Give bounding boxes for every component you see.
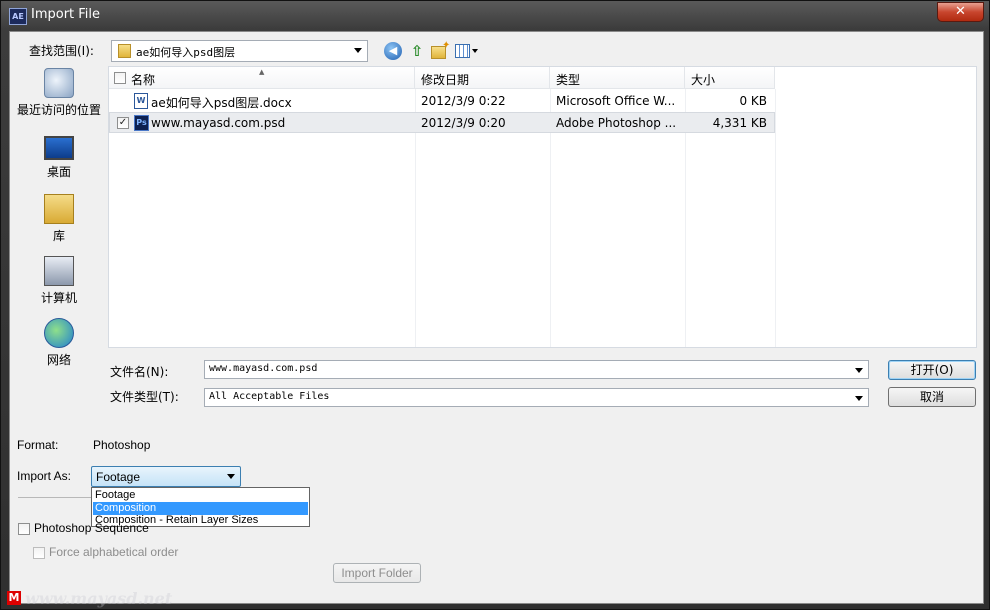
import-folder-button[interactable]: Import Folder <box>333 563 421 583</box>
import-file-dialog: AE Import File ✕ 查找范围(I): ae如何导入psd图层 ◀ … <box>0 0 990 610</box>
view-menu-chevron-icon[interactable] <box>472 49 478 53</box>
photoshop-sequence-checkbox[interactable] <box>18 523 30 535</box>
place-desktop[interactable]: 桌面 <box>11 132 107 180</box>
word-doc-icon: W <box>134 93 148 109</box>
computer-icon <box>44 256 74 286</box>
look-in-label: 查找范围(I): <box>29 44 94 58</box>
column-header-label: 类型 <box>556 73 581 87</box>
look-in-value: ae如何导入psd图层 <box>136 46 236 59</box>
file-list[interactable]: 名称 ▲ 修改日期 类型 大小 W ae如何导入psd图层.docx 2012/… <box>108 66 977 348</box>
file-type: Adobe Photoshop ... <box>556 116 677 130</box>
folder-icon <box>118 44 131 58</box>
cancel-button[interactable]: 取消 <box>888 387 976 407</box>
column-header-name[interactable]: 名称 ▲ <box>109 67 415 89</box>
column-header-label: 名称 <box>131 73 156 87</box>
close-button[interactable]: ✕ <box>937 2 984 22</box>
place-label: 网络 <box>46 353 71 367</box>
column-header-label: 大小 <box>691 73 716 87</box>
row-checkbox[interactable]: ✓ <box>117 117 129 129</box>
place-label: 库 <box>52 229 65 243</box>
after-effects-app-icon: AE <box>9 8 27 25</box>
column-header-date[interactable]: 修改日期 <box>415 67 550 89</box>
look-in-combo[interactable]: ae如何导入psd图层 <box>111 40 368 62</box>
column-header-size[interactable]: 大小 <box>685 67 775 89</box>
place-label: 最近访问的位置 <box>16 103 101 117</box>
format-value: Photoshop <box>93 438 151 452</box>
dialog-client-area: 查找范围(I): ae如何导入psd图层 ◀ ⇧ ✦ 最近访问的位置 桌面 库 <box>9 31 984 604</box>
format-label: Format: <box>17 438 59 452</box>
chevron-down-icon[interactable] <box>855 368 863 373</box>
place-network[interactable]: 网络 <box>11 318 107 368</box>
import-as-label: Import As: <box>17 469 72 483</box>
file-type-select[interactable]: All Acceptable Files <box>204 388 869 407</box>
table-row[interactable]: W ae如何导入psd图层.docx 2012/3/9 0:22 Microso… <box>109 91 775 112</box>
new-folder-sparkle-icon: ✦ <box>442 40 451 51</box>
select-all-checkbox[interactable] <box>114 72 126 84</box>
watermark-logo-icon: M <box>7 591 21 605</box>
photoshop-file-icon: Ps <box>134 115 149 131</box>
sort-ascending-icon: ▲ <box>259 68 265 76</box>
chevron-down-icon <box>354 48 362 53</box>
chevron-down-icon <box>227 474 235 479</box>
file-size: 4,331 KB <box>712 116 767 130</box>
view-menu-icon[interactable] <box>455 44 470 58</box>
file-date: 2012/3/9 0:20 <box>421 116 506 130</box>
file-date: 2012/3/9 0:22 <box>421 94 506 108</box>
place-label: 计算机 <box>40 291 77 305</box>
network-icon <box>44 318 74 348</box>
place-label: 桌面 <box>46 165 71 179</box>
up-folder-icon[interactable]: ⇧ <box>408 42 426 60</box>
file-size: 0 KB <box>739 94 767 108</box>
file-name-input[interactable]: www.mayasd.com.psd <box>204 360 869 379</box>
file-type-label: 文件类型(T): <box>110 390 179 404</box>
file-type: Microsoft Office W... <box>556 94 676 108</box>
desktop-icon <box>44 136 74 160</box>
column-divider <box>775 89 776 347</box>
back-icon[interactable]: ◀ <box>384 42 402 60</box>
libraries-icon <box>44 194 74 224</box>
photoshop-sequence-label: Photoshop Sequence <box>34 521 149 535</box>
file-name-label: 文件名(N): <box>110 365 169 379</box>
import-as-value: Footage <box>96 470 141 484</box>
force-alphabetical-label: Force alphabetical order <box>49 545 179 559</box>
place-libraries[interactable]: 库 <box>11 194 107 244</box>
import-as-option-footage[interactable]: Footage <box>93 489 308 502</box>
file-name-value: www.mayasd.com.psd <box>209 363 318 374</box>
place-recent[interactable]: 最近访问的位置 <box>11 68 107 118</box>
file-type-value: All Acceptable Files <box>209 391 330 402</box>
places-bar: 最近访问的位置 桌面 库 计算机 网络 <box>11 66 107 421</box>
force-alphabetical-checkbox[interactable] <box>33 547 45 559</box>
chevron-down-icon <box>855 396 863 401</box>
open-button[interactable]: 打开(O) <box>888 360 976 380</box>
column-header-type[interactable]: 类型 <box>550 67 685 89</box>
place-computer[interactable]: 计算机 <box>11 256 107 306</box>
window-title: Import File <box>31 7 101 22</box>
column-header-label: 修改日期 <box>421 73 470 87</box>
import-as-select[interactable]: Footage <box>91 466 241 487</box>
table-row[interactable]: ✓ Ps www.mayasd.com.psd 2012/3/9 0:20 Ad… <box>109 112 775 133</box>
file-name: www.mayasd.com.psd <box>151 116 286 130</box>
watermark-text: www.mayasd.net <box>25 589 173 608</box>
recent-places-icon <box>44 68 74 98</box>
file-name: ae如何导入psd图层.docx <box>151 96 292 110</box>
title-bar[interactable]: AE Import File ✕ <box>1 1 989 29</box>
